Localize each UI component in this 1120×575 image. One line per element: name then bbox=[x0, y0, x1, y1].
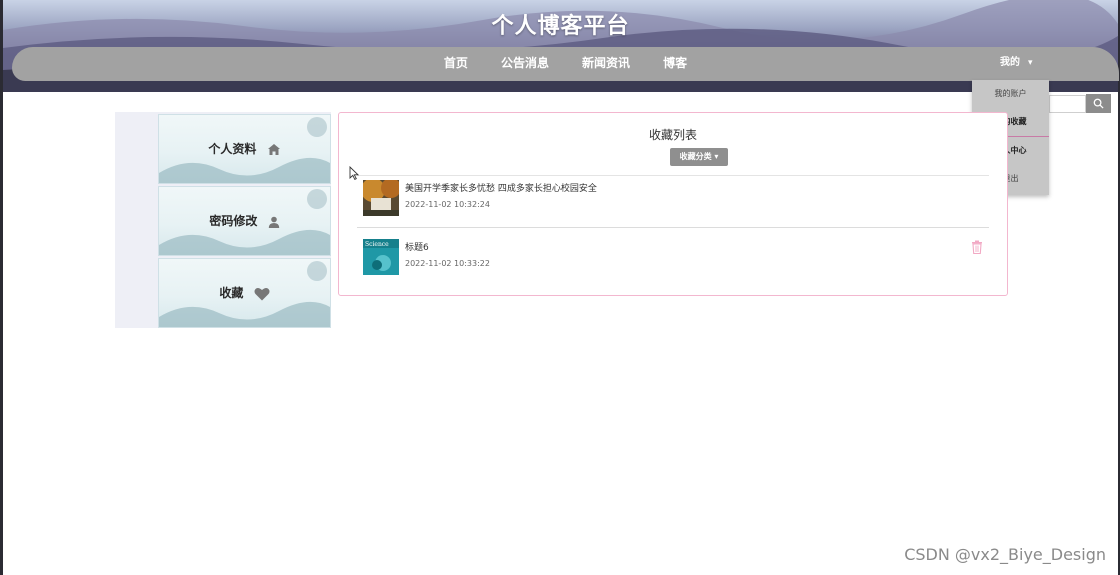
sidebar-item-password[interactable]: 密码修改 bbox=[158, 186, 331, 256]
svg-text:Science: Science bbox=[365, 241, 389, 248]
nav-news[interactable]: 新闻资讯 bbox=[582, 47, 630, 79]
sidebar: 个人资料 密码修改 收藏 bbox=[115, 112, 331, 328]
mouse-cursor-icon bbox=[349, 166, 359, 180]
caret-down-icon: ▾ bbox=[714, 152, 719, 161]
favorite-time: 2022-11-02 10:32:24 bbox=[405, 200, 490, 209]
favorite-title[interactable]: 美国开学季家长多忧愁 四成多家长担心校园安全 bbox=[405, 181, 597, 194]
trash-icon[interactable] bbox=[971, 240, 983, 254]
sidebar-item-favorites[interactable]: 收藏 bbox=[158, 258, 331, 328]
main-navbar: 首页 公告消息 新闻资讯 博客 bbox=[12, 47, 1119, 81]
search-button[interactable] bbox=[1086, 94, 1111, 113]
nav-home[interactable]: 首页 bbox=[444, 47, 468, 79]
favorite-thumbnail[interactable]: Science bbox=[363, 239, 399, 275]
user-menu-label: 我的 bbox=[1000, 57, 1020, 68]
category-dropdown-button[interactable]: 收藏分类 ▾ bbox=[670, 148, 728, 166]
favorites-panel: 收藏列表 收藏分类 ▾ 美国开学季家长多忧愁 四成多家长担心校园安全 2022-… bbox=[338, 112, 1008, 296]
user-menu-toggle[interactable]: 我的 ▾ bbox=[1000, 47, 1033, 79]
nav-announcements[interactable]: 公告消息 bbox=[501, 47, 549, 79]
search-icon bbox=[1093, 98, 1104, 109]
favorite-thumbnail[interactable] bbox=[363, 180, 399, 216]
sidebar-item-label: 收藏 bbox=[219, 286, 244, 300]
nav-blog[interactable]: 博客 bbox=[663, 47, 687, 79]
site-title: 个人博客平台 bbox=[491, 14, 630, 39]
sidebar-item-label: 密码修改 bbox=[209, 214, 258, 228]
heart-icon bbox=[254, 287, 270, 300]
divider bbox=[357, 175, 989, 176]
favorite-title[interactable]: 标题6 bbox=[405, 240, 429, 253]
search-input[interactable] bbox=[1049, 95, 1086, 113]
dropdown-my-account[interactable]: 我的账户 bbox=[972, 80, 1049, 108]
favorite-time: 2022-11-02 10:33:22 bbox=[405, 259, 490, 268]
caret-down-icon: ▾ bbox=[1028, 58, 1033, 68]
autumn-campus-image bbox=[363, 180, 399, 216]
user-icon bbox=[268, 216, 279, 228]
category-button-label: 收藏分类 bbox=[679, 152, 712, 161]
science-cover-image: Science bbox=[363, 239, 399, 275]
sidebar-item-label: 个人资料 bbox=[208, 142, 257, 156]
divider bbox=[357, 227, 989, 228]
watermark: CSDN @vx2_Biye_Design bbox=[904, 545, 1106, 564]
panel-title: 收藏列表 bbox=[648, 128, 697, 142]
home-icon bbox=[267, 144, 280, 155]
sidebar-item-profile[interactable]: 个人资料 bbox=[158, 114, 331, 184]
